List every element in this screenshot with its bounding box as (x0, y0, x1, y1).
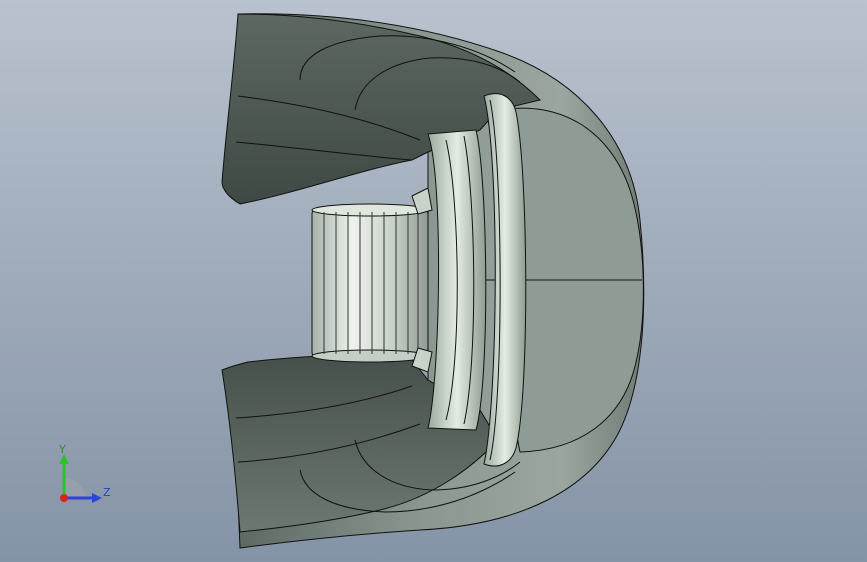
roller-bottom-rim (311, 349, 429, 363)
axis-z-label: Z (103, 486, 111, 499)
roller-top-rim (311, 203, 429, 217)
roller-cylinder[interactable] (311, 207, 429, 359)
graphics-viewport[interactable]: Y Z (0, 0, 867, 562)
origin-dot-icon (60, 494, 68, 502)
coordinate-triad: Y Z (50, 440, 120, 510)
axis-y-label: Y (59, 443, 66, 456)
model-view[interactable] (0, 0, 867, 562)
